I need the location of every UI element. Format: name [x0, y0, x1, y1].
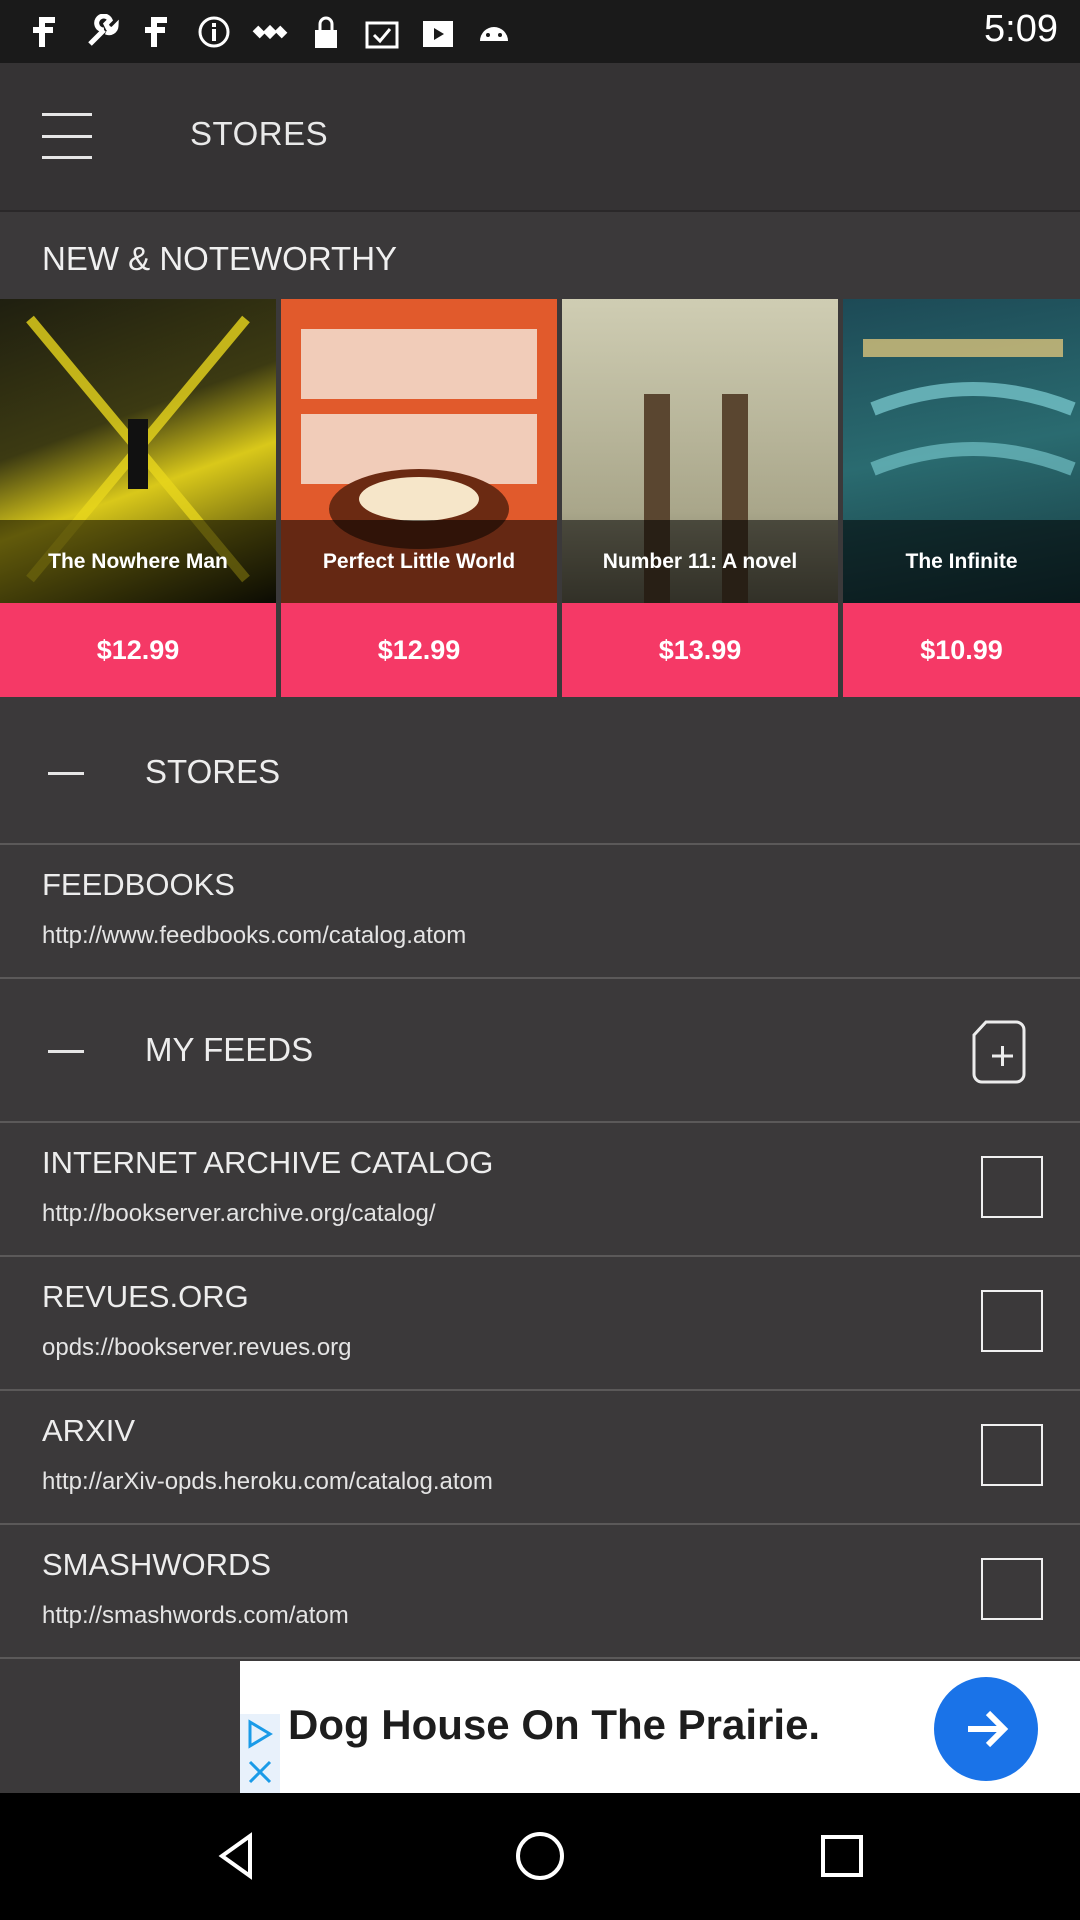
ad-choices[interactable]	[240, 1714, 280, 1793]
page-title: STORES	[190, 115, 329, 152]
feed-row-arxiv[interactable]: ARXIV http://arXiv-opds.heroku.com/catal…	[0, 1391, 1080, 1525]
feed-url: http://bookserver.archive.org/catalog/	[42, 1200, 436, 1227]
price-button[interactable]: $12.99	[281, 603, 557, 697]
book-price: $12.99	[377, 634, 461, 665]
feed-row-internet-archive[interactable]: INTERNET ARCHIVE CATALOG http://bookserv…	[0, 1123, 1080, 1257]
store-url: http://www.feedbooks.com/catalog.atom	[42, 922, 467, 949]
feed-checkbox[interactable]	[981, 1424, 1043, 1486]
ad-arrow-icon[interactable]	[934, 1677, 1038, 1781]
navigation-bar	[0, 1793, 1080, 1920]
store-row-feedbooks[interactable]: FEEDBOOKS http://www.feedbooks.com/catal…	[0, 845, 1080, 979]
home-icon[interactable]	[508, 1824, 572, 1888]
store-title: FEEDBOOKS	[42, 867, 235, 902]
book-carousel[interactable]: The Nowhere Man $12.99 Perfect Little Wo…	[0, 299, 1080, 699]
book-price: $12.99	[96, 634, 180, 665]
price-button[interactable]: $13.99	[562, 603, 838, 697]
book-title: Number 11: A novel	[602, 549, 798, 573]
ad-banner[interactable]: Dog House On The Prairie.	[240, 1661, 1080, 1793]
status-bar: 5:09	[0, 0, 1080, 63]
stores-section-header[interactable]: STORES	[0, 703, 1080, 845]
feed-checkbox[interactable]	[981, 1156, 1043, 1218]
lock-icon	[306, 12, 346, 52]
book-card[interactable]: The Nowhere Man $12.99	[0, 299, 276, 697]
feed-url: http://smashwords.com/atom	[42, 1602, 349, 1629]
clipboard-icon	[362, 12, 402, 52]
hamburger-icon[interactable]	[42, 111, 102, 165]
app-bar: STORES	[0, 63, 1080, 212]
feed-title: ARXIV	[42, 1413, 136, 1448]
collapse-icon[interactable]	[48, 772, 84, 775]
ad-text: Dog House On The Prairie.	[288, 1701, 821, 1748]
wrench-icon	[82, 12, 122, 52]
facebook-icon	[138, 12, 178, 52]
section-title-my-feeds: MY FEEDS	[145, 1031, 314, 1068]
feed-title: SMASHWORDS	[42, 1547, 272, 1582]
price-button[interactable]: $10.99	[843, 603, 1080, 697]
price-button[interactable]: $12.99	[0, 603, 276, 697]
recents-icon[interactable]	[810, 1824, 874, 1888]
back-icon[interactable]	[206, 1824, 270, 1888]
feed-url: opds://bookserver.revues.org	[42, 1334, 352, 1361]
facebook-icon	[26, 12, 66, 52]
section-title-new-noteworthy: NEW & NOTEWORTHY	[42, 240, 398, 277]
my-feeds-section-header[interactable]: MY FEEDS	[0, 981, 1080, 1123]
feed-checkbox[interactable]	[981, 1290, 1043, 1352]
feed-row-smashwords[interactable]: SMASHWORDS http://smashwords.com/atom	[0, 1525, 1080, 1659]
book-title: Perfect Little World	[322, 549, 516, 573]
book-title: The Nowhere Man	[48, 549, 228, 573]
book-title: The Infinite	[905, 549, 1018, 573]
feed-title: INTERNET ARCHIVE CATALOG	[42, 1145, 494, 1180]
book-price: $10.99	[920, 634, 1003, 665]
satellite-icon	[250, 12, 290, 52]
feed-checkbox[interactable]	[981, 1558, 1043, 1620]
clock: 5:09	[984, 8, 1058, 50]
add-feed-icon[interactable]	[972, 1019, 1028, 1085]
collapse-icon[interactable]	[48, 1050, 84, 1053]
book-card[interactable]: The Infinite $10.99	[843, 299, 1080, 697]
feed-title: REVUES.ORG	[42, 1279, 249, 1314]
book-price: $13.99	[658, 634, 742, 665]
book-card[interactable]: Number 11: A novel $13.99	[562, 299, 838, 697]
play-store-icon	[418, 12, 458, 52]
section-title-stores: STORES	[145, 753, 281, 790]
book-card[interactable]: Perfect Little World $12.99	[281, 299, 557, 697]
android-icon	[474, 12, 514, 52]
feed-row-revues[interactable]: REVUES.ORG opds://bookserver.revues.org	[0, 1257, 1080, 1391]
feed-url: http://arXiv-opds.heroku.com/catalog.ato…	[42, 1468, 493, 1495]
info-icon	[194, 12, 234, 52]
